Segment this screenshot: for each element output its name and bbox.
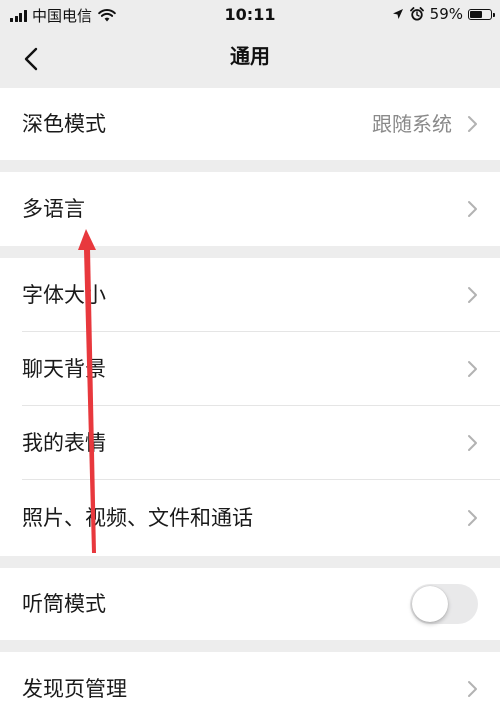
nav-bar: 通用 xyxy=(0,30,500,88)
dark-mode-row[interactable]: 深色模式 跟随系统 xyxy=(0,88,500,160)
earpiece-mode-toggle[interactable] xyxy=(410,584,478,624)
language-label: 多语言 xyxy=(22,197,85,221)
media-files-label: 照片、视频、文件和通话 xyxy=(22,506,253,530)
toggle-knob xyxy=(412,586,448,622)
earpiece-mode-row: 听筒模式 xyxy=(0,568,500,640)
chevron-right-icon xyxy=(468,116,477,132)
language-row[interactable]: 多语言 xyxy=(0,172,500,246)
battery-icon xyxy=(468,8,495,20)
chevron-right-icon xyxy=(468,361,477,377)
battery-percent: 59% xyxy=(429,5,463,23)
font-size-row[interactable]: 字体大小 xyxy=(0,258,500,332)
dark-mode-value: 跟随系统 xyxy=(372,112,452,136)
chevron-right-icon xyxy=(468,287,477,303)
discover-manage-label: 发现页管理 xyxy=(22,677,127,701)
chevron-right-icon xyxy=(468,510,477,526)
font-size-label: 字体大小 xyxy=(22,283,106,307)
chat-background-label: 聊天背景 xyxy=(22,357,106,381)
earpiece-mode-label: 听筒模式 xyxy=(22,592,106,616)
page-title: 通用 xyxy=(230,44,270,68)
chevron-right-icon xyxy=(468,201,477,217)
status-bar: 中国电信 10:11 59% xyxy=(0,0,500,30)
discover-manage-row[interactable]: 发现页管理 xyxy=(0,652,500,728)
battery-fill xyxy=(470,10,482,18)
my-stickers-label: 我的表情 xyxy=(22,431,106,455)
chevron-right-icon xyxy=(468,435,477,451)
chevron-right-icon xyxy=(468,681,477,697)
location-icon xyxy=(392,8,404,20)
dark-mode-label: 深色模式 xyxy=(22,112,106,136)
my-stickers-row[interactable]: 我的表情 xyxy=(0,406,500,480)
status-right: 59% xyxy=(392,5,495,23)
alarm-icon xyxy=(409,7,424,21)
chat-background-row[interactable]: 聊天背景 xyxy=(0,332,500,406)
media-files-row[interactable]: 照片、视频、文件和通话 xyxy=(0,480,500,556)
